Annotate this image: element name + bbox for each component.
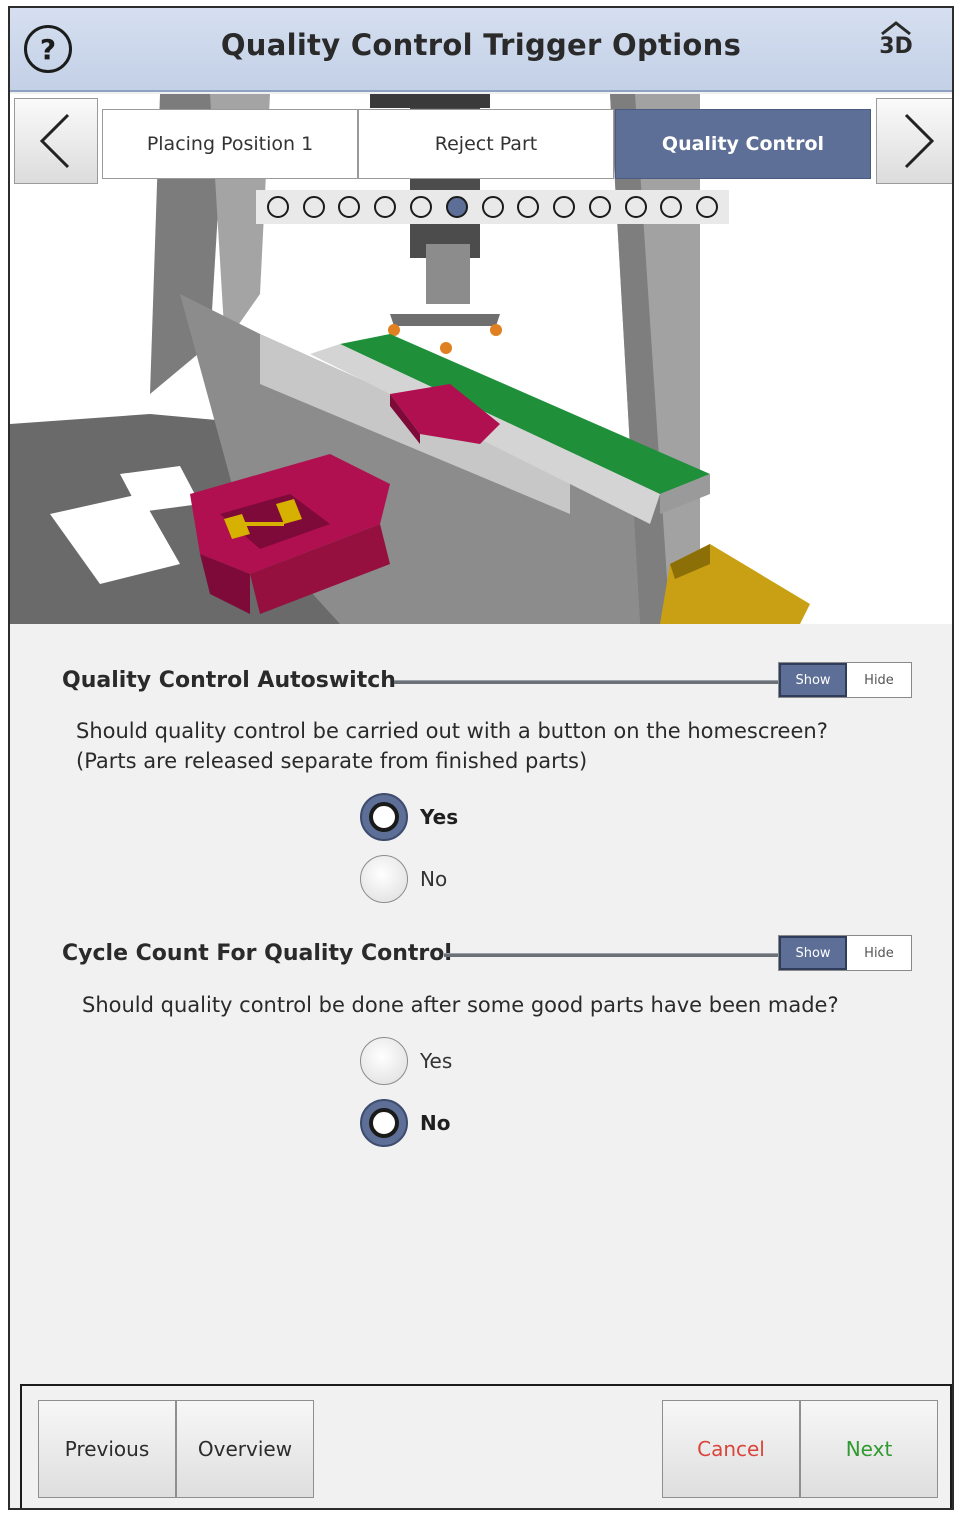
question-line: Should quality control be carried out wi… [76,719,828,743]
step-dot[interactable] [338,196,361,218]
app-window: ? Quality Control Trigger Options 3D Pla… [8,6,954,1510]
chevron-left-icon [39,113,70,169]
cycle-count-question: Should quality control be done after som… [82,990,839,1020]
radio-button-checked[interactable] [360,793,408,841]
cycle-count-yes-option[interactable]: Yes [360,1036,452,1086]
show-toggle-option[interactable]: Show [779,936,847,970]
step-dot[interactable] [588,196,611,218]
tab-reject-part[interactable]: Reject Part [358,109,614,179]
step-dot[interactable] [410,196,433,218]
hide-toggle-option[interactable]: Hide [847,663,911,697]
previous-button[interactable]: Previous [38,1400,176,1498]
step-dot[interactable] [517,196,540,218]
radio-label: No [420,867,448,891]
section-header-cycle-count: Cycle Count For Quality Control [62,935,452,971]
overview-button[interactable]: Overview [176,1400,314,1498]
cycle-count-no-option[interactable]: No [360,1098,450,1148]
autoswitch-question: Should quality control be carried out wi… [76,716,828,776]
footer-bar: Previous Overview Cancel Next [20,1384,952,1508]
page-title: Quality Control Trigger Options [220,28,742,62]
step-dot[interactable] [553,196,576,218]
question-note: (Parts are released separate from finish… [76,749,588,773]
next-button[interactable]: Next [800,1400,938,1498]
step-dot[interactable] [660,196,683,218]
step-dot[interactable] [624,196,647,218]
show-toggle-option[interactable]: Show [779,663,847,697]
view-3d-button[interactable]: 3D [874,20,918,80]
question-line: Should quality control be done after som… [82,993,839,1017]
step-dot[interactable] [481,196,504,218]
autoswitch-no-option[interactable]: No [360,854,447,904]
tab-quality-control[interactable]: Quality Control [615,109,871,179]
radio-label: No [420,1111,451,1135]
next-step-button[interactable] [876,98,952,184]
title-bar: ? Quality Control Trigger Options 3D [10,8,952,92]
step-dot-active[interactable] [445,196,468,218]
tab-placing-position-1[interactable]: Placing Position 1 [102,109,358,179]
radio-label: Yes [420,1049,453,1073]
autoswitch-yes-option[interactable]: Yes [360,792,458,842]
section-title: Quality Control Autoswitch [62,667,396,693]
radio-button[interactable] [360,1037,408,1085]
section-divider [394,680,778,684]
radio-button-checked[interactable] [360,1099,408,1147]
view-3d-label: 3D [879,34,913,59]
section-header-autoswitch: Quality Control Autoswitch [62,662,396,698]
step-dot[interactable] [266,196,289,218]
step-dot[interactable] [302,196,325,218]
cycle-count-show-hide-toggle[interactable]: Show Hide [778,935,912,971]
previous-step-button[interactable] [14,98,98,184]
section-divider [444,953,778,957]
radio-label: Yes [420,805,459,829]
hide-toggle-option[interactable]: Hide [847,936,911,970]
step-indicator [256,190,730,224]
autoswitch-show-hide-toggle[interactable]: Show Hide [778,662,912,698]
cancel-button[interactable]: Cancel [662,1400,800,1498]
chevron-right-icon [904,113,935,169]
step-dot[interactable] [374,196,397,218]
radio-button[interactable] [360,855,408,903]
step-dot[interactable] [696,196,719,218]
section-title: Cycle Count For Quality Control [62,940,452,966]
